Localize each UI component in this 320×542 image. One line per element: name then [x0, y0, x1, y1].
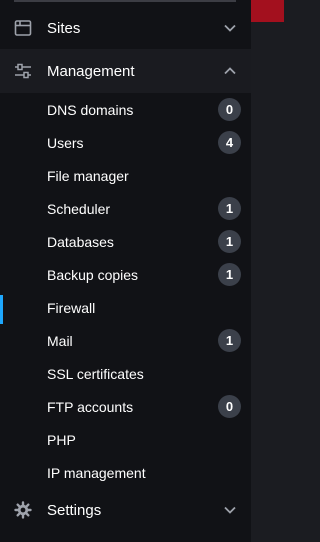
- sidebar-item-label: IP management: [47, 464, 146, 481]
- count-badge: 1: [218, 329, 241, 352]
- gear-icon: [14, 501, 32, 519]
- sidebar-item-label: FTP accounts: [47, 398, 134, 415]
- count-badge: 4: [218, 131, 241, 154]
- sliders-icon: [14, 62, 32, 80]
- sidebar-group-label: Sites: [47, 19, 81, 37]
- top-accent-bar: [251, 0, 284, 22]
- divider: [14, 0, 236, 2]
- sidebar-item-firewall[interactable]: Firewall: [0, 291, 251, 324]
- sidebar-item-ssl-certificates[interactable]: SSL certificates: [0, 357, 251, 390]
- sidebar-item-label: File manager: [47, 167, 129, 184]
- count-badge: 0: [218, 395, 241, 418]
- sidebar-item-label: Firewall: [47, 299, 96, 316]
- sidebar: Sites Management DNS domains 0 Users 4 F…: [0, 0, 251, 542]
- count-badge: 1: [218, 263, 241, 286]
- sidebar-item-label: Scheduler: [47, 200, 111, 217]
- sidebar-item-ip-management[interactable]: IP management: [0, 456, 251, 489]
- count-badge: 1: [218, 230, 241, 253]
- sidebar-item-backup-copies[interactable]: Backup copies 1: [0, 258, 251, 291]
- sidebar-item-mail[interactable]: Mail 1: [0, 324, 251, 357]
- sidebar-item-php[interactable]: PHP: [0, 423, 251, 456]
- count-badge: 1: [218, 197, 241, 220]
- sidebar-group-label: Management: [47, 62, 135, 80]
- sidebar-group-label: Settings: [47, 501, 102, 519]
- sidebar-item-label: DNS domains: [47, 101, 134, 118]
- chevron-down-icon: [223, 503, 237, 517]
- sidebar-item-label: SSL certificates: [47, 365, 144, 382]
- sidebar-group-management[interactable]: Management: [0, 49, 251, 93]
- sidebar-group-settings[interactable]: Settings: [0, 488, 251, 532]
- sidebar-item-file-manager[interactable]: File manager: [0, 159, 251, 192]
- sidebar-item-label: Users: [47, 134, 84, 151]
- chevron-down-icon: [223, 21, 237, 35]
- sidebar-item-databases[interactable]: Databases 1: [0, 225, 251, 258]
- sidebar-item-label: Databases: [47, 233, 114, 250]
- count-badge: 0: [218, 98, 241, 121]
- sidebar-group-sites[interactable]: Sites: [0, 6, 251, 50]
- sidebar-item-label: PHP: [47, 431, 76, 448]
- sidebar-item-label: Backup copies: [47, 266, 139, 283]
- chevron-up-icon: [223, 64, 237, 78]
- app-screen: Sites Management DNS domains 0 Users 4 F…: [0, 0, 284, 542]
- management-submenu: DNS domains 0 Users 4 File manager Sched…: [0, 93, 251, 489]
- sidebar-item-dns-domains[interactable]: DNS domains 0: [0, 93, 251, 126]
- calendar-icon: [14, 19, 32, 37]
- sidebar-item-ftp-accounts[interactable]: FTP accounts 0: [0, 390, 251, 423]
- sidebar-item-scheduler[interactable]: Scheduler 1: [0, 192, 251, 225]
- sidebar-item-users[interactable]: Users 4: [0, 126, 251, 159]
- sidebar-item-label: Mail: [47, 332, 73, 349]
